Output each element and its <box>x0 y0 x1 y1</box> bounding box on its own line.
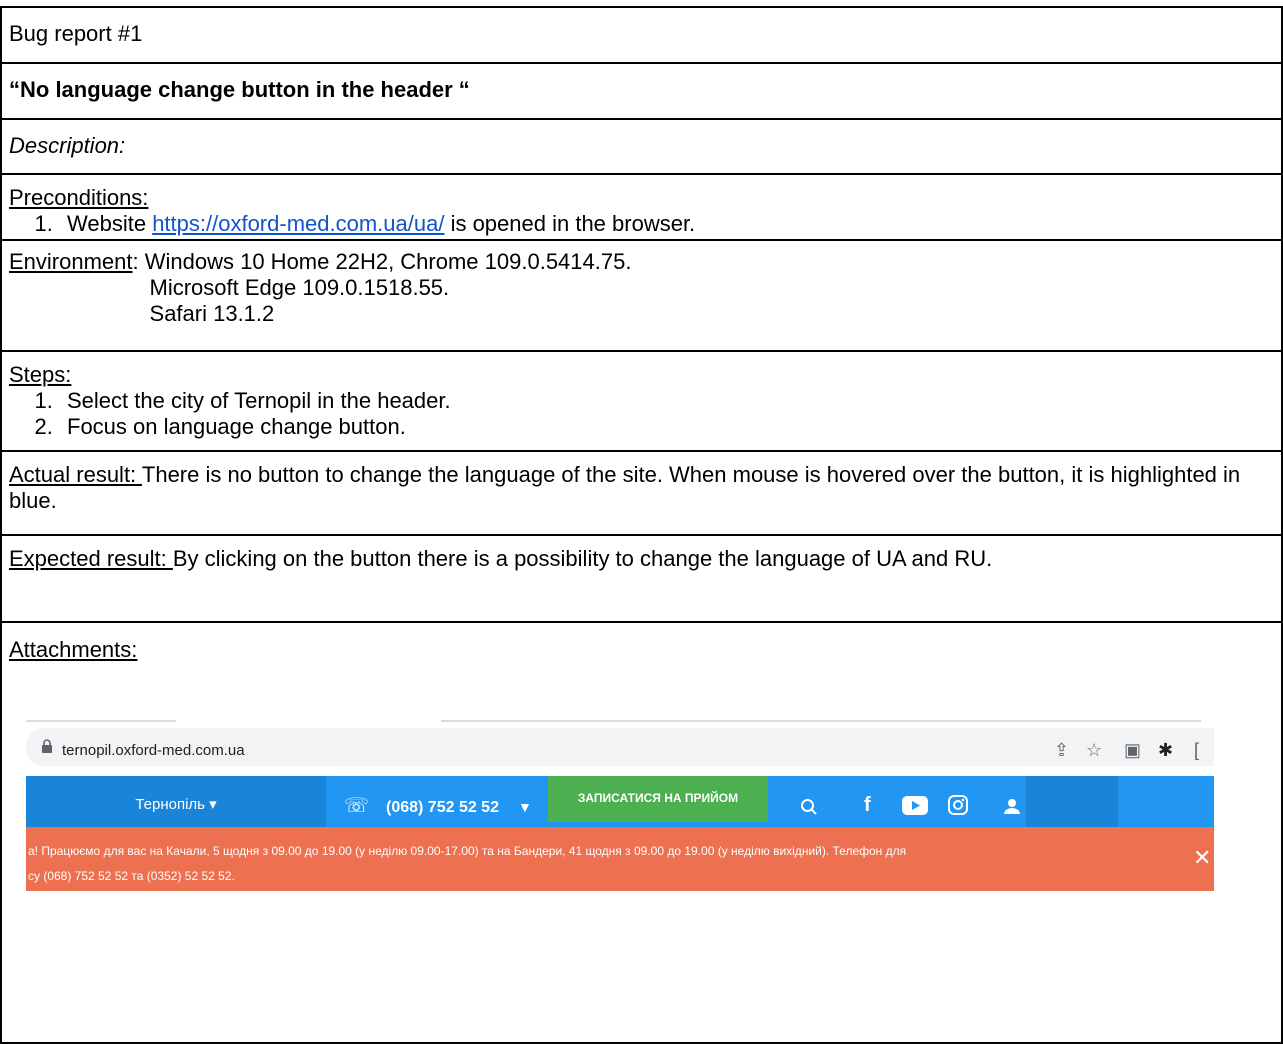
profile-icon[interactable]: ▣ <box>1124 737 1141 763</box>
browser-url[interactable]: ternopil.oxford-med.com.ua <box>62 738 245 764</box>
attachments-label: Attachments: <box>9 637 138 662</box>
expected-result-text: By clicking on the button there is a pos… <box>172 546 993 571</box>
description-label: Description: <box>0 118 1283 175</box>
star-icon[interactable]: ☆ <box>1086 737 1102 763</box>
instagram-icon[interactable] <box>947 794 969 816</box>
lock-icon <box>42 739 52 753</box>
bug-report-table: Bug report #1 “No language change button… <box>0 6 1283 1044</box>
attachment-screenshot: ternopil.oxford-med.com.ua ⇪ ☆ ▣ ✱ [ Тер… <box>26 720 1214 998</box>
browser-address-bar[interactable]: ternopil.oxford-med.com.ua ⇪ ☆ ▣ ✱ [ <box>26 728 1214 766</box>
sidebar-icon[interactable]: [ <box>1194 737 1199 763</box>
facebook-icon[interactable]: f <box>864 792 871 818</box>
preconditions-label: Preconditions: <box>9 185 149 210</box>
steps-list: Select the city of Ternopil in the heade… <box>9 388 1275 440</box>
precondition-prefix: Website <box>67 211 153 236</box>
browser-tabstrip <box>26 720 1214 728</box>
environment-label: Environment <box>9 249 133 274</box>
site-link[interactable]: https://oxford-med.com.ua/ua/ <box>152 211 444 236</box>
expected-result-label: Expected result: <box>9 546 173 571</box>
city-label: Тернопіль <box>135 796 205 813</box>
attachments-cell: Attachments: ternopil.oxford-med.com.ua … <box>0 621 1283 1044</box>
search-icon[interactable] <box>800 798 818 816</box>
expected-result-cell: Expected result: By clicking on the butt… <box>0 534 1283 623</box>
step-item: Select the city of Ternopil in the heade… <box>59 388 1275 414</box>
environment-line-2: Microsoft Edge 109.0.1518.55. <box>149 275 450 300</box>
report-heading: “No language change button in the header… <box>0 62 1283 120</box>
actual-result-cell: Actual result: There is no button to cha… <box>0 450 1283 536</box>
phone-icon: ☏ <box>344 795 370 817</box>
share-icon[interactable]: ⇪ <box>1054 737 1069 763</box>
puzzle-icon[interactable]: ✱ <box>1158 737 1173 763</box>
youtube-icon[interactable] <box>902 796 928 815</box>
steps-label: Steps: <box>9 362 72 387</box>
phone-number[interactable]: (068) 752 52 52 <box>386 795 499 821</box>
precondition-suffix: is opened in the browser. <box>444 211 696 236</box>
notice-text-line-1: а! Працюємо для вас на Качали, 5 щодня з… <box>28 844 907 858</box>
step-item: Focus on language change button. <box>59 414 1275 440</box>
notice-banner: а! Працюємо для вас на Качали, 5 щодня з… <box>26 827 1214 891</box>
environment-line-1: : Windows 10 Home 22H2, Chrome 109.0.541… <box>132 249 632 274</box>
book-appointment-button[interactable]: ЗАПИСАТИСЯ НА ПРИЙОМ <box>548 776 768 822</box>
environment-line-3: Safari 13.1.2 <box>149 301 275 326</box>
user-icon[interactable] <box>1004 798 1020 814</box>
report-title: Bug report #1 <box>0 6 1283 64</box>
chevron-down-icon[interactable]: ▼ <box>518 794 532 820</box>
preconditions-list: Website https://oxford-med.com.ua/ua/ is… <box>9 211 1275 237</box>
notice-text-line-2: су (068) 752 52 52 та (0352) 52 52 52. <box>28 869 235 883</box>
preconditions-cell: Preconditions: Website https://oxford-me… <box>0 173 1283 241</box>
close-icon[interactable]: ✕ <box>1193 845 1211 871</box>
steps-cell: Steps: Select the city of Ternopil in th… <box>0 350 1283 452</box>
precondition-item: Website https://oxford-med.com.ua/ua/ is… <box>59 211 1275 237</box>
actual-result-text: There is no button to change the languag… <box>9 462 1241 513</box>
actual-result-label: Actual result: <box>9 462 142 487</box>
environment-cell: Environment : Windows 10 Home 22H2, Chro… <box>0 239 1283 352</box>
